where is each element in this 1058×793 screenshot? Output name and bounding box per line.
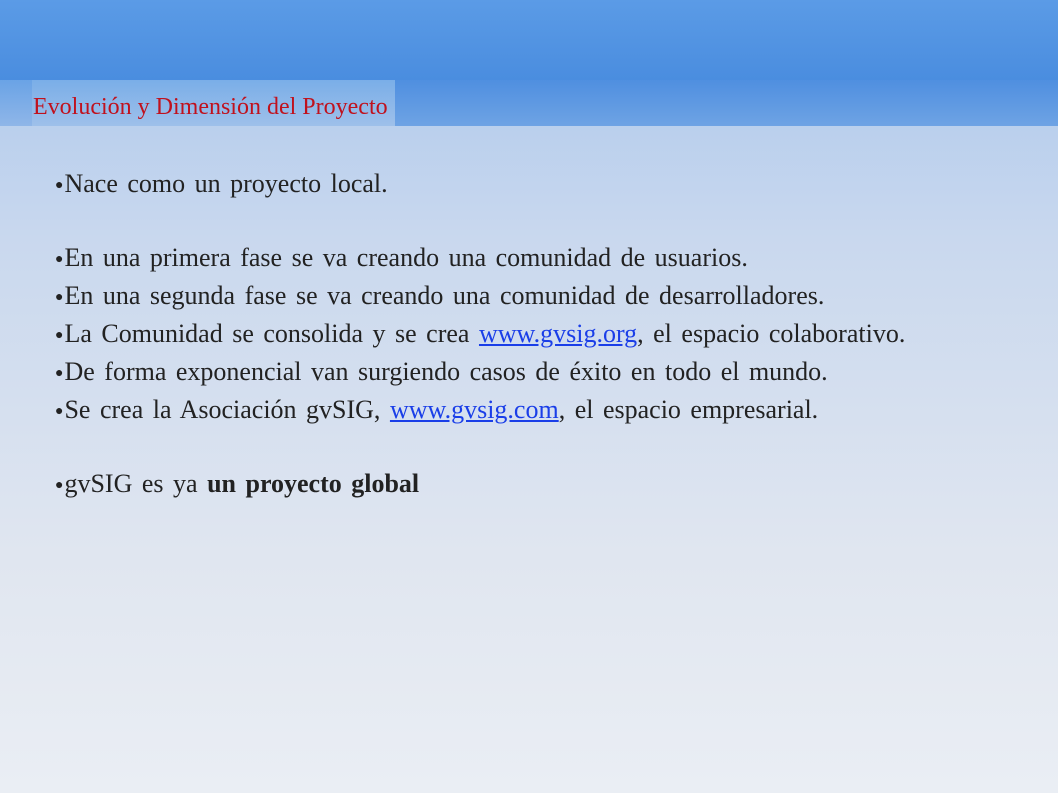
bullet-text: En una primera fase se va creando una co… xyxy=(64,243,748,273)
bullet-text-bold: un proyecto global xyxy=(207,469,420,499)
bullet-spacer xyxy=(55,430,1035,466)
bullet-dot-icon: ● xyxy=(55,290,64,306)
bullet-dot-icon: ● xyxy=(55,478,64,494)
bullet-item: ●gvSIG es ya un proyecto global xyxy=(55,466,1035,504)
bullet-item: ●En una segunda fase se va creando una c… xyxy=(55,278,1035,316)
bullet-text: De forma exponencial van surgiendo casos… xyxy=(64,357,828,387)
gvsig-com-link[interactable]: www.gvsig.com xyxy=(390,395,559,424)
bullet-item: ●En una primera fase se va creando una c… xyxy=(55,240,1035,278)
title-band-left xyxy=(0,80,32,126)
bullet-text: Nace como un proyecto local. xyxy=(64,169,388,198)
bullet-item: ●Se crea la Asociación gvSIG, www.gvsig.… xyxy=(55,392,1035,430)
header-band xyxy=(0,0,1058,80)
bullet-dot-icon: ● xyxy=(55,366,64,382)
bullet-item: ●La Comunidad se consolida y se crea www… xyxy=(55,316,1035,354)
slide-title: Evolución y Dimensión del Proyecto xyxy=(33,94,388,120)
bullet-item: ●De forma exponencial van surgiendo caso… xyxy=(55,354,1035,392)
bullet-text-post: , el espacio colaborativo. xyxy=(637,319,906,349)
bullet-text-pre: gvSIG es ya xyxy=(64,469,208,499)
title-band-right xyxy=(395,80,1058,126)
bullet-list: ●Nace como un proyecto local. ●En una pr… xyxy=(55,166,1035,504)
bullet-text-post: , el espacio empresarial. xyxy=(558,395,819,425)
bullet-text: En una segunda fase se va creando una co… xyxy=(64,281,825,311)
bullet-dot-icon: ● xyxy=(55,404,64,420)
gvsig-org-link[interactable]: www.gvsig.org xyxy=(479,319,637,348)
bullet-text-pre: Se crea la Asociación gvSIG, xyxy=(64,395,390,425)
bullet-dot-icon: ● xyxy=(55,328,64,344)
bullet-spacer xyxy=(55,204,1035,240)
bullet-text-pre: La Comunidad se consolida y se crea xyxy=(64,319,479,349)
bullet-item: ●Nace como un proyecto local. xyxy=(55,166,1035,204)
bullet-dot-icon: ● xyxy=(55,178,64,194)
bullet-dot-icon: ● xyxy=(55,252,64,268)
